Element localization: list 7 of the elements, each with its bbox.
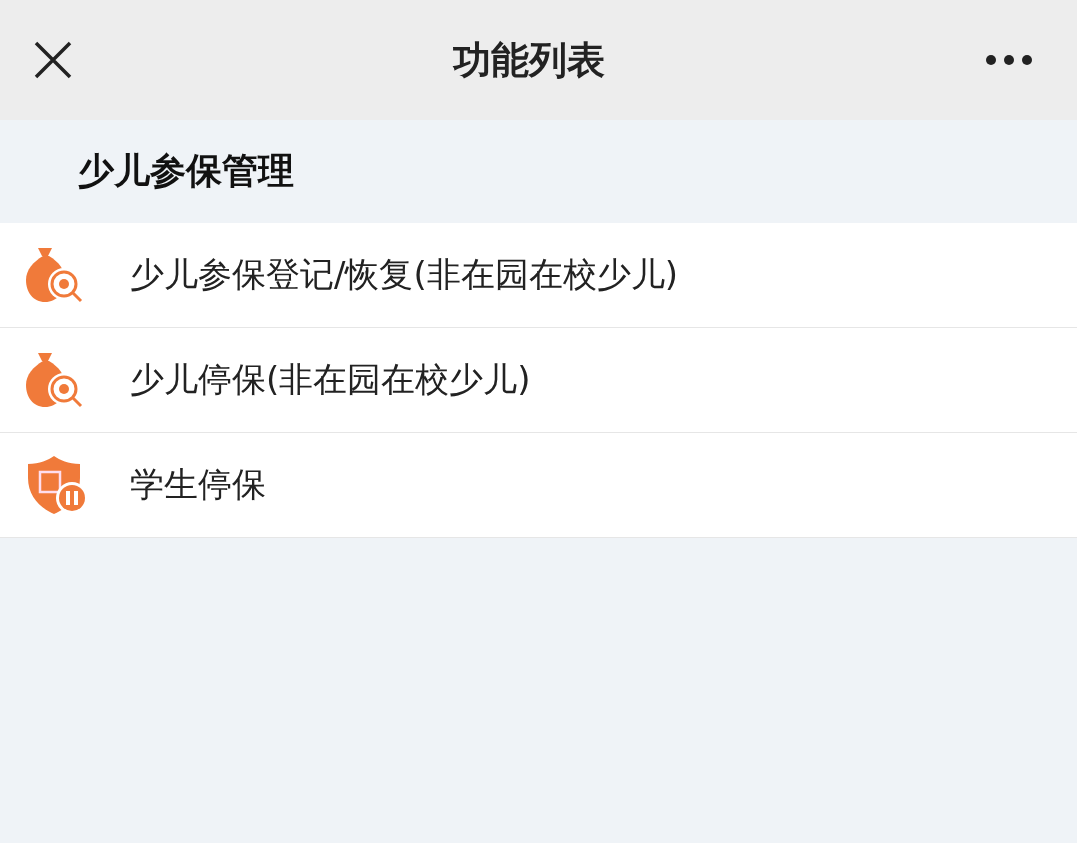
list-item[interactable]: 少儿参保登记/恢复(非在园在校少儿) bbox=[0, 223, 1077, 328]
close-icon[interactable] bbox=[34, 41, 72, 79]
window-title: 功能列表 bbox=[452, 36, 605, 84]
section-title: 少儿参保管理 bbox=[78, 149, 294, 193]
more-icon[interactable] bbox=[985, 54, 1033, 66]
list-item[interactable]: 学生停保 bbox=[0, 433, 1077, 538]
list-item[interactable]: 少儿停保(非在园在校少儿) bbox=[0, 328, 1077, 433]
